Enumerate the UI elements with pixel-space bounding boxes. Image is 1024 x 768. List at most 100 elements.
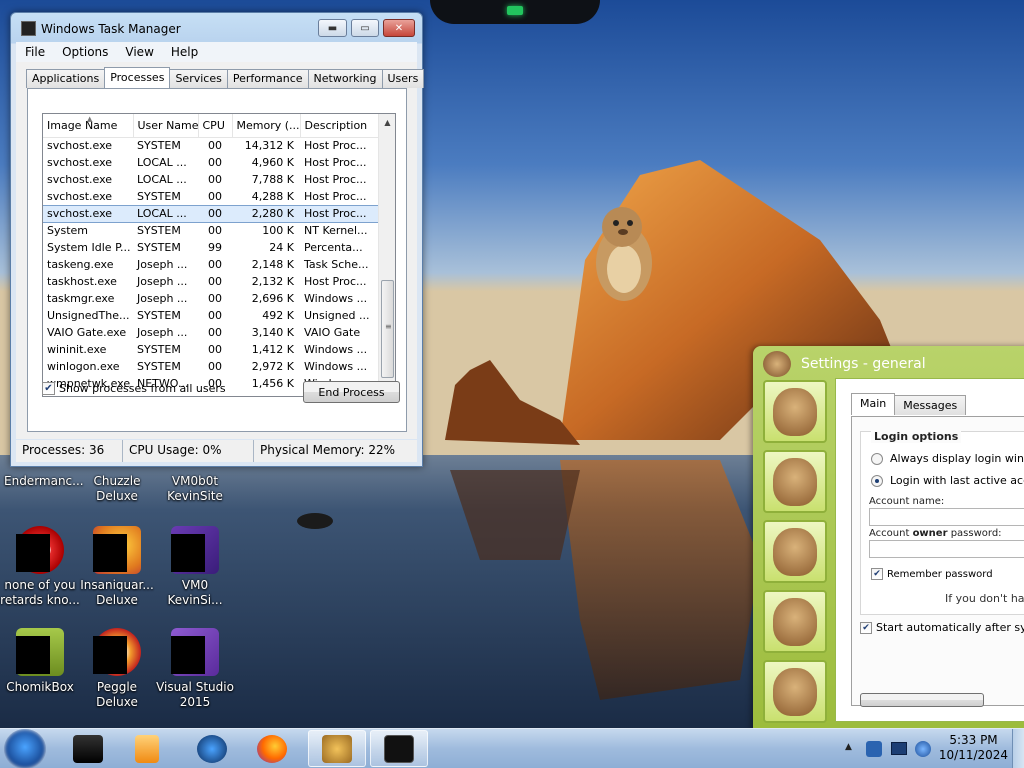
account-name-input[interactable] xyxy=(869,508,1024,526)
password-input[interactable] xyxy=(869,540,1024,558)
show-all-users-label: Show processes from all users xyxy=(59,382,226,395)
tab-applications[interactable]: Applications xyxy=(26,69,106,88)
table-row[interactable]: System Idle P... SYSTEM 99 24 K Percenta... xyxy=(43,239,379,256)
process-list[interactable]: ▲ Image Name User Name CPU Memory (... De… xyxy=(42,113,396,397)
scroll-up-arrow-icon[interactable]: ▲ xyxy=(379,114,395,131)
table-row[interactable]: UnsignedThe... SYSTEM 00 492 K Unsigned ... xyxy=(43,307,379,324)
cell-user-name: SYSTEM xyxy=(137,360,181,373)
scrollbar-thumb[interactable]: ≡ xyxy=(381,280,394,378)
column-header-memory[interactable]: Memory (... xyxy=(232,114,301,138)
show-hidden-icons-icon[interactable]: ▲ xyxy=(845,742,852,752)
menu-file[interactable]: File xyxy=(16,45,53,59)
cell-image-name: taskhost.exe xyxy=(47,275,117,288)
desktop-label-vm0b0t[interactable]: VM0b0t KevinSite xyxy=(163,474,227,504)
hamster-phone-icon xyxy=(773,528,817,576)
sidebar-phone-button[interactable] xyxy=(763,520,827,583)
remember-password-checkbox[interactable]: ✔ xyxy=(871,568,883,580)
column-header-image-name[interactable]: ▲ Image Name xyxy=(43,114,134,138)
table-row[interactable]: System SYSTEM 00 100 K NT Kernel... xyxy=(43,222,379,239)
cell-description: Host Proc... xyxy=(304,275,367,288)
table-row[interactable]: taskeng.exe Joseph ... 00 2,148 K Task Sche.… xyxy=(43,256,379,273)
tab-networking[interactable]: Networking xyxy=(307,69,383,88)
tray-monitor-icon[interactable] xyxy=(891,742,907,755)
desktop-icon-vm0[interactable]: VM0 KevinSi... xyxy=(155,526,235,608)
remember-password-row[interactable]: ✔ Remember password xyxy=(871,568,993,580)
taskbar-item-task-manager[interactable] xyxy=(370,730,428,767)
table-row[interactable]: taskmgr.exe Joseph ... 00 2,696 K Windows ..… xyxy=(43,290,379,307)
show-all-users-checkbox[interactable]: ✔ xyxy=(42,382,55,395)
taskbar-clock[interactable]: 5:33 PM 10/11/2024 xyxy=(936,733,1011,763)
table-row[interactable]: winlogon.exe SYSTEM 00 2,972 K Windows ... xyxy=(43,358,379,375)
start-button[interactable] xyxy=(4,729,46,768)
table-row[interactable]: wininit.exe SYSTEM 00 1,412 K Windows ... xyxy=(43,341,379,358)
tab-performance[interactable]: Performance xyxy=(226,69,309,88)
tab-messages[interactable]: Messages xyxy=(894,395,967,415)
taskbar-item-device[interactable] xyxy=(59,730,117,767)
desktop-icon-opera[interactable]: none of you retards kno... xyxy=(0,526,80,608)
tab-panel: Applications Processes Services Performa… xyxy=(16,62,425,439)
menu-view[interactable]: View xyxy=(116,45,161,59)
column-header-cpu[interactable]: CPU xyxy=(198,114,233,138)
cell-cpu: 00 xyxy=(208,156,222,169)
sidebar-download-button[interactable] xyxy=(763,660,827,723)
clock-date: 10/11/2024 xyxy=(938,748,1009,762)
process-list-scrollbar[interactable]: ▲ ≡ ▼ xyxy=(378,114,395,396)
cell-cpu: 00 xyxy=(208,326,222,339)
maximize-button[interactable]: ▭ xyxy=(351,19,379,37)
taskbar-item-firefox[interactable] xyxy=(243,730,301,767)
cell-description: Unsigned ... xyxy=(304,309,370,322)
desktop-icon-label: Insaniquar... Deluxe xyxy=(80,578,154,607)
taskbar-item-network[interactable] xyxy=(183,730,241,767)
tray-app-icon[interactable] xyxy=(866,741,882,757)
radio-always-display-login[interactable]: Always display login window xyxy=(871,452,1024,465)
settings-action-button[interactable] xyxy=(860,693,984,707)
table-row[interactable]: svchost.exe LOCAL ... 00 7,788 K Host Proc..… xyxy=(43,171,379,188)
sidebar-sound-button[interactable] xyxy=(763,590,827,653)
cell-cpu: 00 xyxy=(208,360,222,373)
close-button[interactable]: ✕ xyxy=(383,19,415,37)
table-row[interactable]: svchost.exe LOCAL ... 00 4,960 K Host Proc..… xyxy=(43,154,379,171)
cell-cpu: 00 xyxy=(208,258,222,271)
show-desktop-button[interactable] xyxy=(1012,729,1024,768)
desktop-icon-insaniquarium[interactable]: Insaniquar... Deluxe xyxy=(77,526,157,608)
redaction-box xyxy=(171,636,205,674)
minimize-button[interactable]: ▬ xyxy=(318,19,347,37)
column-header-user-name[interactable]: User Name xyxy=(133,114,199,138)
table-row[interactable]: svchost.exe LOCAL ... 00 2,280 K Host Proc..… xyxy=(43,204,379,223)
cell-image-name: svchost.exe xyxy=(47,156,113,169)
sidebar-general-button[interactable] xyxy=(763,380,827,443)
start-automatically-checkbox[interactable]: ✔ xyxy=(860,621,872,634)
sidebar-appearance-button[interactable] xyxy=(763,450,827,513)
start-automatically-row[interactable]: ✔Start automatically after syster xyxy=(860,621,1024,634)
radio-login-last-account[interactable]: Login with last active accoun xyxy=(871,474,1024,487)
table-row[interactable]: svchost.exe SYSTEM 00 14,312 K Host Proc... xyxy=(43,137,379,154)
tab-users[interactable]: Users xyxy=(381,69,425,88)
cell-cpu: 00 xyxy=(208,224,222,238)
cell-image-name: taskeng.exe xyxy=(47,258,114,271)
end-process-button[interactable]: End Process xyxy=(303,381,400,403)
tab-processes[interactable]: Processes xyxy=(104,67,171,88)
menu-help[interactable]: Help xyxy=(162,45,206,59)
radio-button[interactable] xyxy=(871,452,883,465)
desktop-icon-chomikbox[interactable]: ChomikBox xyxy=(0,628,80,695)
table-row[interactable]: svchost.exe SYSTEM 00 4,288 K Host Proc... xyxy=(43,188,379,205)
desktop-icon-visual-studio[interactable]: Visual Studio 2015 xyxy=(155,628,235,710)
taskbar-item-media-player[interactable] xyxy=(118,730,176,767)
desktop-label-endermanch[interactable]: Endermanc... xyxy=(4,474,84,489)
taskbar-item-settings[interactable] xyxy=(308,730,366,767)
desktop-icon-peggle[interactable]: Peggle Deluxe xyxy=(77,628,157,710)
tab-main[interactable]: Main xyxy=(851,393,896,415)
cell-memory: 4,960 K xyxy=(251,156,294,169)
show-all-users-row[interactable]: ✔ Show processes from all users xyxy=(42,382,226,395)
table-row[interactable]: VAIO Gate.exe Joseph ... 00 3,140 K VAIO Gat… xyxy=(43,324,379,341)
desktop-label-chuzzle[interactable]: Chuzzle Deluxe xyxy=(86,474,148,504)
radio-button-selected[interactable] xyxy=(871,474,883,487)
column-header-description[interactable]: Description xyxy=(300,114,380,138)
cell-memory: 7,788 K xyxy=(251,173,294,186)
table-row[interactable]: taskhost.exe Joseph ... 00 2,132 K Host Proc… xyxy=(43,273,379,290)
title-bar[interactable]: Windows Task Manager ▬ ▭ ✕ xyxy=(11,13,422,43)
cell-image-name: System xyxy=(47,224,89,238)
menu-options[interactable]: Options xyxy=(53,45,116,59)
tab-services[interactable]: Services xyxy=(169,69,228,88)
tray-network-icon[interactable] xyxy=(915,741,931,757)
